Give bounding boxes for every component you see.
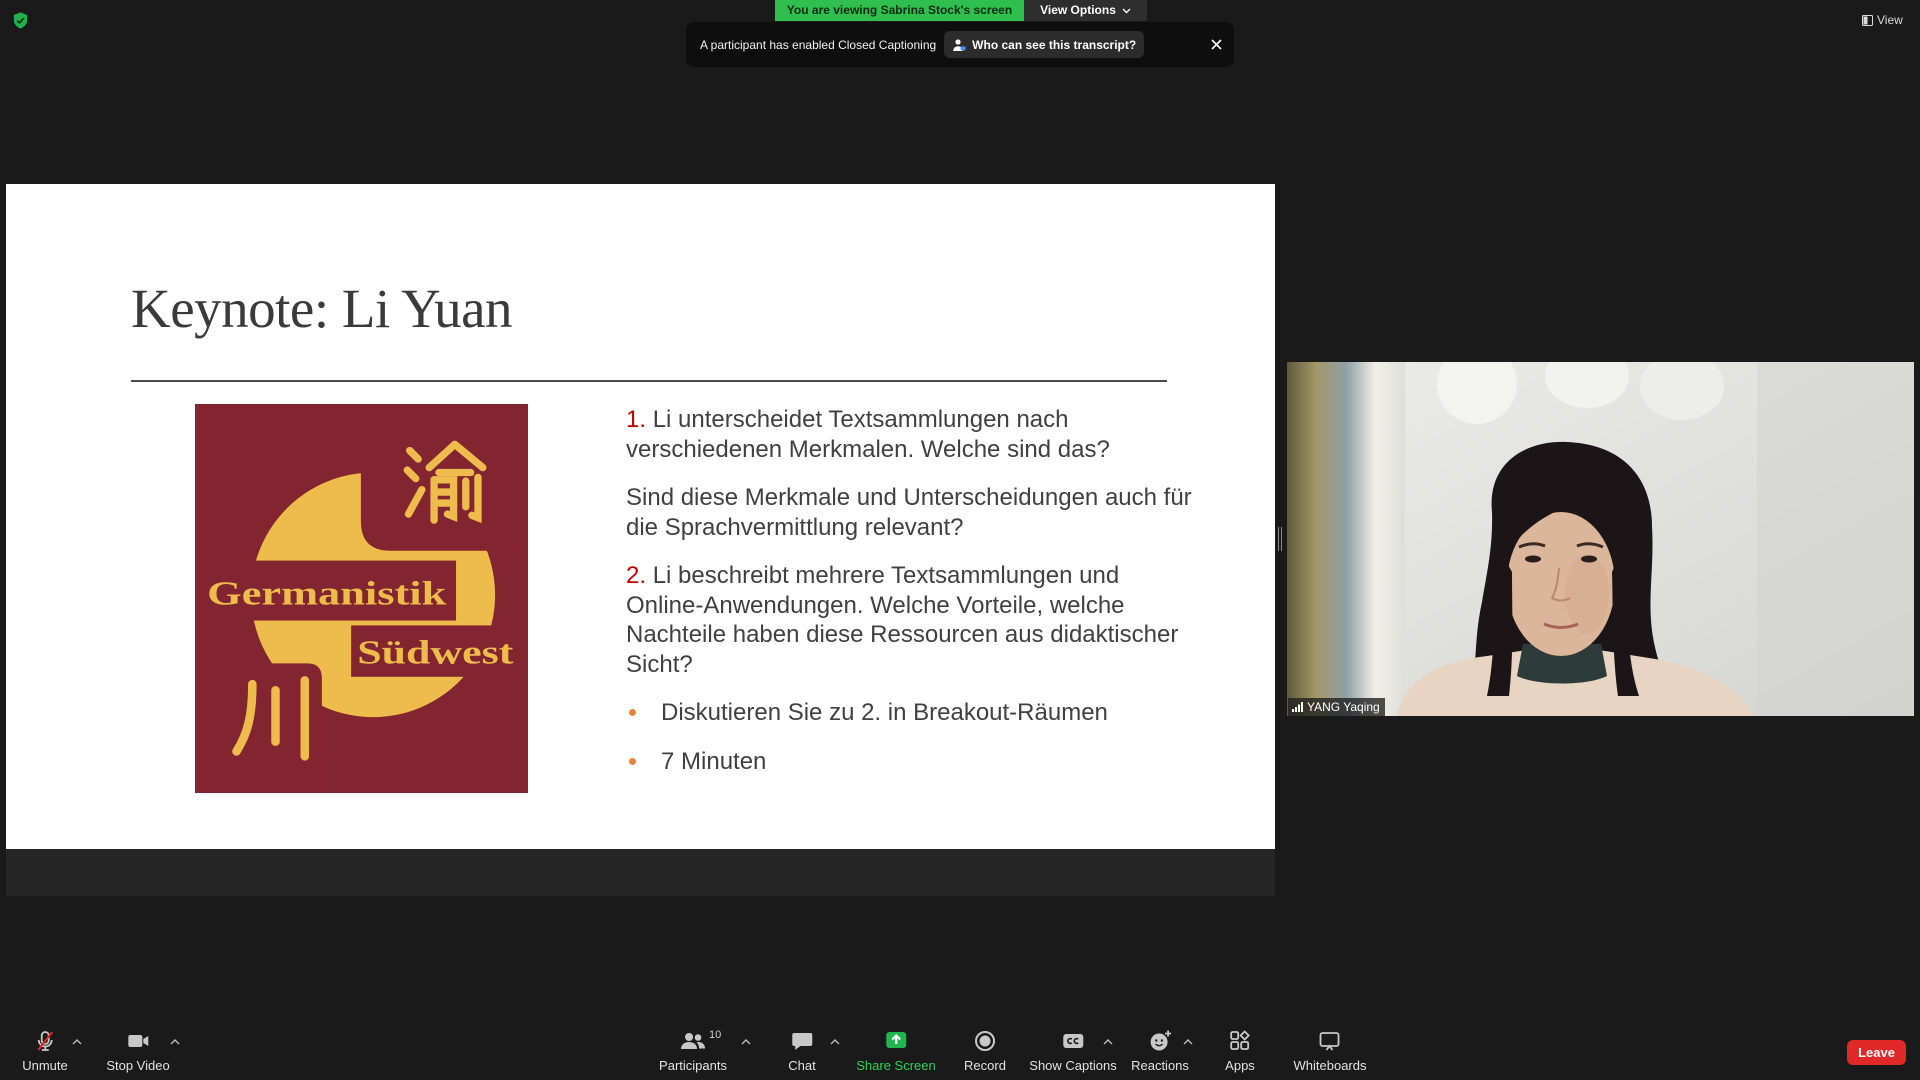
list-item-text: 7 Minuten bbox=[661, 747, 767, 775]
leave-button[interactable]: Leave bbox=[1847, 1040, 1906, 1065]
chevron-down-icon bbox=[1122, 8, 1131, 13]
video-options-caret-icon[interactable] bbox=[170, 1039, 180, 1045]
participants-icon: 10 bbox=[679, 1029, 721, 1053]
slide-text-block: 1. Li unterscheidet Textsammlungen nach … bbox=[626, 405, 1196, 795]
record-button[interactable]: Record bbox=[964, 1029, 1006, 1074]
whiteboards-label: Whiteboards bbox=[1293, 1058, 1367, 1073]
question-text: Li beschreibt mehrere Textsammlungen und… bbox=[626, 562, 1179, 678]
signal-bars-icon bbox=[1292, 702, 1303, 712]
mic-off-icon bbox=[33, 1029, 57, 1053]
apps-label: Apps bbox=[1225, 1058, 1255, 1073]
question-text: Sind diese Merkmale und Unterscheidungen… bbox=[626, 484, 1192, 541]
shared-screen-slide: Keynote: Li Yuan Germanistik Südwest 1. … bbox=[6, 184, 1275, 849]
question-1-followup: Sind diese Merkmale und Unterscheidungen… bbox=[626, 483, 1196, 542]
video-camera-icon bbox=[126, 1029, 150, 1053]
reactions-label: Reactions bbox=[1131, 1058, 1189, 1073]
who-can-see-transcript-label: Who can see this transcript? bbox=[972, 37, 1137, 52]
reactions-button[interactable]: Reactions bbox=[1131, 1029, 1189, 1074]
participants-options-caret-icon[interactable] bbox=[741, 1039, 751, 1045]
who-can-see-transcript-button[interactable]: Who can see this transcript? bbox=[944, 31, 1145, 58]
view-menu-button[interactable]: View bbox=[1862, 12, 1903, 28]
view-menu-label: View bbox=[1877, 13, 1903, 27]
instruction-list: Diskutieren Sie zu 2. in Breakout-Räumen… bbox=[626, 698, 1196, 776]
share-screen-button[interactable]: Share Screen bbox=[856, 1029, 936, 1074]
reactions-icon bbox=[1148, 1029, 1172, 1053]
chat-icon bbox=[790, 1029, 814, 1053]
germanistik-suedwest-logo: Germanistik Südwest bbox=[195, 404, 528, 793]
participant-video-tile[interactable]: YANG Yaqing bbox=[1287, 362, 1914, 716]
participant-video-feed bbox=[1287, 362, 1914, 716]
view-layout-icon bbox=[1862, 14, 1873, 26]
apps-button[interactable]: Apps bbox=[1225, 1029, 1255, 1074]
participant-name-tag: YANG Yaqing bbox=[1288, 698, 1385, 716]
stop-video-button[interactable]: Stop Video bbox=[106, 1029, 170, 1074]
slide-title: Keynote: Li Yuan bbox=[131, 278, 512, 339]
screen-share-banner: You are viewing Sabrina Stock's screen bbox=[775, 0, 1024, 21]
chat-options-caret-icon[interactable] bbox=[830, 1039, 840, 1045]
participant-count: 10 bbox=[708, 1029, 722, 1041]
apps-icon bbox=[1228, 1029, 1252, 1053]
zoom-meeting-window: You are viewing Sabrina Stock's screen V… bbox=[0, 0, 1920, 1080]
closed-captioning-notification: A participant has enabled Closed Caption… bbox=[686, 22, 1234, 67]
stop-video-label: Stop Video bbox=[106, 1058, 170, 1073]
shield-check-icon[interactable] bbox=[11, 11, 30, 30]
record-label: Record bbox=[964, 1058, 1006, 1073]
list-item: 7 Minuten bbox=[626, 747, 1196, 777]
closed-captions-icon bbox=[1061, 1029, 1085, 1053]
bullet-icon bbox=[629, 709, 636, 716]
bullet-icon bbox=[629, 757, 636, 765]
captions-options-caret-icon[interactable] bbox=[1103, 1039, 1113, 1045]
chat-label: Chat bbox=[788, 1058, 816, 1073]
person-captions-icon bbox=[953, 38, 966, 51]
whiteboard-icon bbox=[1318, 1029, 1342, 1053]
audio-options-caret-icon[interactable] bbox=[72, 1039, 82, 1045]
view-options-button[interactable]: View Options bbox=[1024, 0, 1147, 21]
question-text: Li unterscheidet Textsammlungen nach ver… bbox=[626, 406, 1110, 463]
chat-button[interactable]: Chat bbox=[788, 1029, 816, 1074]
show-captions-button[interactable]: Show Captions bbox=[1029, 1029, 1117, 1074]
notification-message: A participant has enabled Closed Caption… bbox=[700, 37, 937, 52]
show-captions-label: Show Captions bbox=[1029, 1058, 1117, 1073]
question-2: 2. Li beschreibt mehrere Textsammlungen … bbox=[626, 561, 1196, 679]
splitter-handle[interactable] bbox=[1278, 527, 1283, 551]
shared-screen-bottom-band bbox=[6, 849, 1275, 896]
whiteboards-button[interactable]: Whiteboards bbox=[1293, 1029, 1367, 1074]
unmute-button[interactable]: Unmute bbox=[22, 1029, 68, 1074]
reactions-options-caret-icon[interactable] bbox=[1183, 1039, 1193, 1045]
share-screen-label: Share Screen bbox=[856, 1058, 936, 1073]
participant-name: YANG Yaqing bbox=[1307, 700, 1380, 714]
logo-text-suedwest: Südwest bbox=[357, 634, 514, 671]
unmute-label: Unmute bbox=[22, 1058, 68, 1073]
participants-label: Participants bbox=[659, 1058, 727, 1073]
record-icon bbox=[973, 1029, 997, 1053]
logo-text-germanistik: Germanistik bbox=[207, 576, 446, 613]
view-options-label: View Options bbox=[1040, 3, 1116, 17]
question-1: 1. Li unterscheidet Textsammlungen nach … bbox=[626, 405, 1196, 464]
list-item-text: Diskutieren Sie zu 2. in Breakout-Räumen bbox=[661, 699, 1108, 726]
share-screen-icon bbox=[884, 1029, 908, 1053]
participants-button[interactable]: 10 Participants bbox=[659, 1029, 727, 1074]
title-divider bbox=[131, 380, 1167, 382]
close-icon[interactable] bbox=[1208, 37, 1224, 53]
question-number: 2. bbox=[626, 562, 647, 589]
list-item: Diskutieren Sie zu 2. in Breakout-Räumen bbox=[626, 698, 1196, 728]
question-number: 1. bbox=[626, 406, 647, 433]
